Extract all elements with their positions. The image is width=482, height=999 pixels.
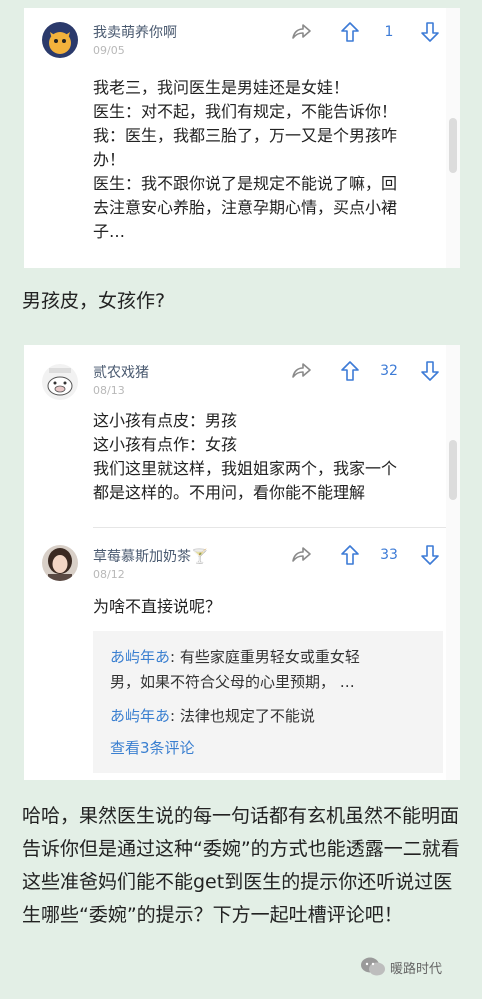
scrollbar[interactable] — [446, 345, 460, 780]
share-icon[interactable] — [290, 22, 312, 46]
reply-item[interactable]: あ屿年あ: 有些家庭重男轻女或重女轻 男，如果不符合父母的心里预期， … — [110, 645, 430, 695]
avatar[interactable] — [42, 22, 78, 58]
reply-box: あ屿年あ: 有些家庭重男轻女或重女轻 男，如果不符合父母的心里预期， … あ屿年… — [93, 631, 443, 773]
like-count: 32 — [380, 363, 398, 379]
wechat-icon — [360, 956, 386, 982]
reply-text: : 法律也规定了不能说 — [170, 707, 315, 725]
like-count: 33 — [380, 547, 398, 563]
username[interactable]: 贰农戏猪 — [93, 362, 149, 382]
scrollbar-thumb[interactable] — [449, 440, 457, 500]
avatar[interactable] — [42, 545, 78, 581]
divider — [93, 527, 446, 528]
article-text: 哈哈，果然医生说的每一句话都有玄机虽然不能明面告诉你但是通过这种“委婉”的方式也… — [22, 805, 460, 926]
comment-text: 这小孩有点皮：男孩 这小孩有点作：女孩 我们这里就这样，我姐姐家两个，我家一个 … — [93, 411, 398, 502]
downvote-icon[interactable] — [420, 544, 440, 570]
comment-card-2: 贰农戏猪 08/13 32 这小孩有点皮：男孩 这小孩有点作：女孩 我们这里就这… — [24, 345, 460, 780]
comment-text: 我老三，我问医生是男娃还是女娃！ 医生：对不起，我们有规定，不能告诉你！ 我：医… — [93, 78, 398, 241]
downvote-icon[interactable] — [420, 21, 440, 47]
comment-text: 为啥不直接说呢？ — [93, 597, 222, 616]
downvote-icon[interactable] — [420, 360, 440, 386]
upvote-icon[interactable] — [340, 21, 360, 47]
reply-item[interactable]: あ屿年あ: 法律也规定了不能说 — [110, 704, 430, 729]
reply-author[interactable]: あ屿年あ — [110, 648, 170, 666]
reply-author[interactable]: あ屿年あ — [110, 707, 170, 725]
share-icon[interactable] — [290, 545, 312, 569]
comment-card-1: 我卖萌养你啊 09/05 1 我老三，我问医生是男娃还是女娃！ 医生：对不起，我… — [24, 8, 460, 268]
reply-text: : 有些家庭重男轻女或重女轻 — [170, 648, 360, 666]
comment-date: 08/13 — [93, 384, 125, 397]
view-more-replies-link[interactable]: 查看3条评论 — [110, 737, 195, 758]
comment-date: 08/12 — [93, 568, 125, 581]
upvote-icon[interactable] — [340, 544, 360, 570]
username[interactable]: 草莓慕斯加奶茶🍸 — [93, 546, 208, 566]
upvote-icon[interactable] — [340, 360, 360, 386]
avatar[interactable] — [42, 364, 78, 400]
scrollbar[interactable] — [446, 8, 460, 268]
like-count: 1 — [384, 24, 394, 40]
scrollbar-thumb[interactable] — [449, 118, 457, 173]
username[interactable]: 我卖萌养你啊 — [93, 22, 177, 42]
reply-text-continued: 男，如果不符合父母的心里预期， … — [110, 673, 355, 691]
comment-date: 09/05 — [93, 44, 125, 57]
brand-watermark: 暖路时代 — [390, 962, 443, 977]
share-icon[interactable] — [290, 361, 312, 385]
caption-text: 男孩皮，女孩作? — [22, 290, 166, 312]
